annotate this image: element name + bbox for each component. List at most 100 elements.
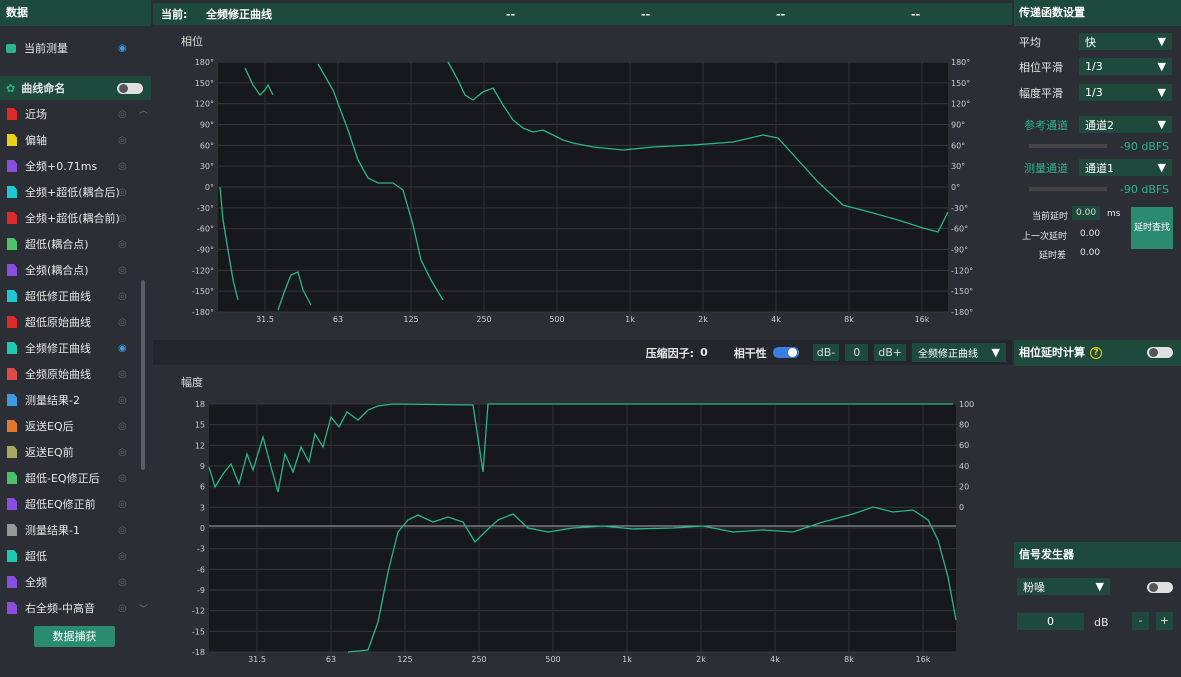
curve-label: 全频原始曲线	[25, 368, 91, 381]
curve-list-item[interactable]: 超低EQ修正前 ◎	[0, 491, 151, 517]
curve-label: 超低原始曲线	[25, 316, 91, 329]
eye-icon[interactable]: ◎	[118, 161, 127, 172]
curve-list-item[interactable]: 超低原始曲线 ◎	[0, 309, 151, 335]
file-icon	[7, 368, 17, 380]
db-plus-button[interactable]: dB+	[874, 344, 906, 361]
curve-list-item[interactable]: 超低-EQ修正后 ◎	[0, 465, 151, 491]
signal-level-input[interactable]: 0	[1017, 613, 1084, 630]
y-tick-label: 12	[195, 441, 205, 450]
file-icon	[7, 394, 17, 406]
phase-plot[interactable]: 180° 150° 120° 90° 60° 30° 0° -30° -60° -90° -120°…	[153, 50, 1012, 370]
eye-icon[interactable]: ◎	[118, 369, 127, 380]
curve-select[interactable]: 全频修正曲线 ▼	[912, 343, 1006, 362]
delay-find-button[interactable]: 延时查找	[1131, 207, 1173, 249]
curve-list-item[interactable]: 超低(耦合点) ◎	[0, 231, 151, 257]
measurement-channel-select[interactable]: 通道1 ▼	[1079, 159, 1172, 176]
x-tick-label: 4k	[771, 315, 781, 324]
file-icon	[7, 576, 17, 588]
eye-icon[interactable]: ◉	[118, 43, 127, 54]
eye-icon[interactable]: ◎	[118, 499, 127, 510]
phase-smooth-row: 相位平滑 1/3 ▼	[1019, 58, 1177, 75]
signal-minus-button[interactable]: -	[1132, 612, 1149, 630]
eye-icon[interactable]: ◎	[118, 551, 127, 562]
curve-list-item[interactable]: 近场 ◎	[0, 101, 151, 127]
curve-list-item[interactable]: 全频+超低(耦合前) ◎	[0, 205, 151, 231]
eye-icon[interactable]: ◎	[118, 239, 127, 250]
magnitude-smooth-select[interactable]: 1/3 ▼	[1079, 84, 1172, 101]
eye-icon[interactable]: ◎	[118, 109, 127, 120]
eye-icon[interactable]: ◎	[118, 525, 127, 536]
x-tick-label: 8k	[844, 655, 854, 664]
eye-icon[interactable]: ◎	[118, 603, 127, 614]
eye-icon[interactable]: ◎	[118, 135, 127, 146]
curve-list-item[interactable]: 全频+超低(耦合后) ◎	[0, 179, 151, 205]
curve-list-item[interactable]: 全频+0.71ms ◎	[0, 153, 151, 179]
help-icon[interactable]: ?	[1090, 347, 1102, 359]
delay-diff-label: 延时差	[1039, 251, 1067, 261]
curve-naming-toggle[interactable]	[117, 83, 143, 94]
curve-list-item[interactable]: 返送EQ前 ◎	[0, 439, 151, 465]
magnitude-plot-title: 幅度	[181, 376, 203, 389]
x-tick-label: 125	[403, 315, 418, 324]
average-select[interactable]: 快 ▼	[1079, 33, 1172, 50]
phase-smooth-select[interactable]: 1/3 ▼	[1079, 58, 1172, 75]
average-row: 平均 快 ▼	[1019, 33, 1177, 50]
file-icon	[7, 316, 17, 328]
eye-icon[interactable]: ◉	[118, 343, 127, 354]
curve-list-item[interactable]: 右全频-中高音 ◎	[0, 595, 151, 616]
curve-list-item[interactable]: 全频原始曲线 ◎	[0, 361, 151, 387]
coherence-toggle[interactable]	[772, 347, 799, 358]
x-tick-label: 1k	[622, 655, 632, 664]
reference-channel-select[interactable]: 通道2 ▼	[1079, 116, 1172, 133]
signal-generator-toggle[interactable]	[1147, 582, 1173, 593]
curve-list-item[interactable]: 全频(耦合点) ◎	[0, 257, 151, 283]
y-tick-label-right: 150°	[951, 79, 970, 88]
current-delay-label: 当前延时	[1032, 212, 1069, 222]
curve-list-item[interactable]: 全频 ◎	[0, 569, 151, 595]
eye-icon[interactable]: ◎	[118, 577, 127, 588]
curve-list-item[interactable]: 测量结果-1 ◎	[0, 517, 151, 543]
delay-diff-value: 0.00	[1080, 248, 1101, 258]
file-icon	[7, 238, 17, 250]
curve-list-item[interactable]: 测量结果-2 ◎	[0, 387, 151, 413]
curve-list-scrollbar[interactable]	[141, 280, 145, 470]
signal-plus-button[interactable]: +	[1156, 612, 1173, 630]
eye-icon[interactable]: ◎	[118, 317, 127, 328]
y-tick-label-right: 180°	[951, 58, 970, 67]
current-measurement-row[interactable]: 当前测量 ◉	[0, 34, 151, 62]
signal-type-select[interactable]: 粉噪 ▼	[1017, 578, 1110, 595]
current-delay-value[interactable]: 0.00	[1072, 206, 1101, 220]
curve-list-item[interactable]: 全频修正曲线 ◉	[0, 335, 151, 361]
eye-icon[interactable]: ◎	[118, 291, 127, 302]
curve-label: 偏轴	[25, 134, 47, 147]
phase-delay-toggle[interactable]	[1147, 347, 1173, 358]
magnitude-plot[interactable]: 1815129630-3-6-9-12-15-1810080604020031.…	[153, 392, 1012, 677]
measurement-channel-row: 测量通道 通道1 ▼	[1019, 159, 1177, 176]
db-minus-button[interactable]: dB-	[812, 344, 840, 361]
file-icon	[7, 472, 17, 484]
curve-label: 返送EQ前	[25, 446, 74, 459]
measurement-channel-value: 通道1	[1085, 161, 1114, 175]
eye-icon[interactable]: ◎	[118, 213, 127, 224]
eye-icon[interactable]: ◎	[118, 395, 127, 406]
file-icon	[7, 524, 17, 536]
file-icon	[7, 212, 17, 224]
signal-level-unit: dB	[1094, 616, 1109, 629]
curve-list-item[interactable]: 返送EQ后 ◎	[0, 413, 151, 439]
db-value[interactable]: 0	[845, 344, 869, 361]
curve-list-item[interactable]: 超低修正曲线 ◎	[0, 283, 151, 309]
scroll-down-icon[interactable]: ﹀	[139, 602, 148, 615]
eye-icon[interactable]: ◎	[118, 265, 127, 276]
y-tick-label: -180°	[192, 308, 214, 317]
curve-list-item[interactable]: 偏轴 ◎	[0, 127, 151, 153]
data-panel: 数据 当前测量 ◉ ✿ 曲线命名 近场 ◎ 偏轴 ◎ 全频+0.71ms ◎ 全频+超低(耦…	[0, 0, 151, 677]
curve-list-item[interactable]: 超低 ◎	[0, 543, 151, 569]
eye-icon[interactable]: ◎	[118, 187, 127, 198]
data-capture-button[interactable]: 数据捕获	[34, 626, 115, 647]
eye-icon[interactable]: ◎	[118, 473, 127, 484]
eye-icon[interactable]: ◎	[118, 447, 127, 458]
eye-icon[interactable]: ◎	[118, 421, 127, 432]
curve-label: 全频+0.71ms	[25, 160, 98, 173]
curve-label: 右全频-中高音	[25, 602, 95, 615]
scroll-up-icon[interactable]: ︿	[139, 103, 148, 116]
